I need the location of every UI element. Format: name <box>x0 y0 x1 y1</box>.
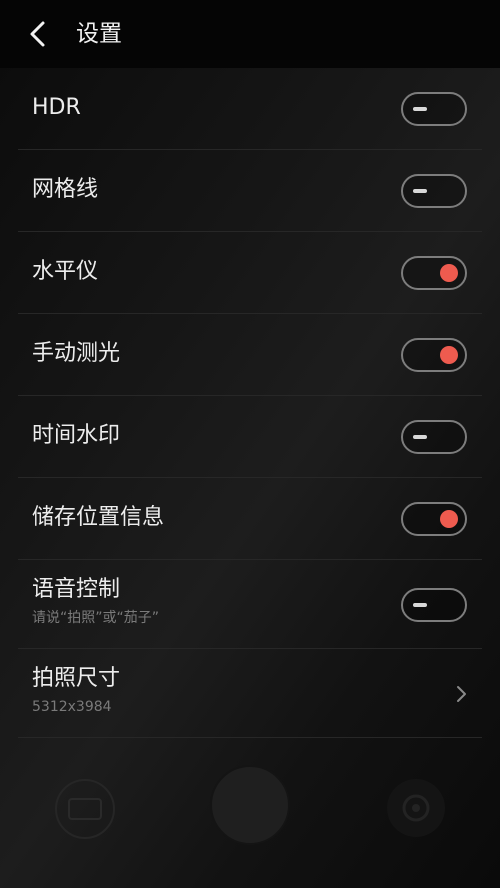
toggle-off-indicator <box>413 603 427 607</box>
shutter-button[interactable] <box>210 765 290 845</box>
toggle-on-indicator <box>440 510 458 528</box>
setting-label: 手动测光 <box>32 341 121 366</box>
chevron-right-icon <box>457 686 466 702</box>
back-arrow-icon <box>30 21 45 47</box>
setting-sublabel: 5312x3984 <box>32 699 112 715</box>
camera-switch-glyph-icon <box>402 794 430 822</box>
toggle-on-indicator <box>440 264 458 282</box>
setting-label: HDR <box>32 95 81 120</box>
setting-row-voice-control[interactable]: 语音控制 请说“拍照”或“茄子” <box>0 560 500 649</box>
setting-row-time-watermark[interactable]: 时间水印 <box>0 396 500 478</box>
voice-control-toggle[interactable] <box>401 588 467 622</box>
location-toggle[interactable] <box>401 502 467 536</box>
setting-label: 拍照尺寸 <box>32 666 121 691</box>
setting-label: 网格线 <box>32 177 99 202</box>
setting-row-grid[interactable]: 网格线 <box>0 150 500 232</box>
setting-row-hdr[interactable]: HDR <box>0 68 500 150</box>
toggle-off-indicator <box>413 107 427 111</box>
toggle-off-indicator <box>413 189 427 193</box>
camera-mode-icon[interactable] <box>55 779 115 839</box>
level-toggle[interactable] <box>401 256 467 290</box>
setting-label: 储存位置信息 <box>32 505 165 530</box>
grid-toggle[interactable] <box>401 174 467 208</box>
setting-row-location[interactable]: 储存位置信息 <box>0 478 500 560</box>
camera-switch-icon[interactable] <box>387 779 445 837</box>
setting-sublabel: 请说“拍照”或“茄子” <box>32 610 160 626</box>
setting-label: 时间水印 <box>32 423 121 448</box>
camera-settings-screen: 设置 HDR 网格线 水平仪 手动测光 时间水印 储存位置信息 语音控制 请说“… <box>0 0 500 888</box>
setting-row-level[interactable]: 水平仪 <box>0 232 500 314</box>
time-watermark-toggle[interactable] <box>401 420 467 454</box>
header-bar: 设置 <box>0 0 500 68</box>
back-button[interactable] <box>22 18 52 50</box>
hdr-toggle[interactable] <box>401 92 467 126</box>
toggle-off-indicator <box>413 435 427 439</box>
setting-label: 语音控制 <box>32 577 121 602</box>
setting-row-manual-metering[interactable]: 手动测光 <box>0 314 500 396</box>
setting-label: 水平仪 <box>32 259 99 284</box>
camera-bottom-bar <box>0 735 500 888</box>
toggle-on-indicator <box>440 346 458 364</box>
page-title: 设置 <box>76 21 122 47</box>
settings-list: HDR 网格线 水平仪 手动测光 时间水印 储存位置信息 语音控制 请说“拍照”… <box>0 68 500 738</box>
mode-badge-icon <box>68 798 102 820</box>
manual-metering-toggle[interactable] <box>401 338 467 372</box>
setting-row-photo-size[interactable]: 拍照尺寸 5312x3984 <box>0 649 500 738</box>
